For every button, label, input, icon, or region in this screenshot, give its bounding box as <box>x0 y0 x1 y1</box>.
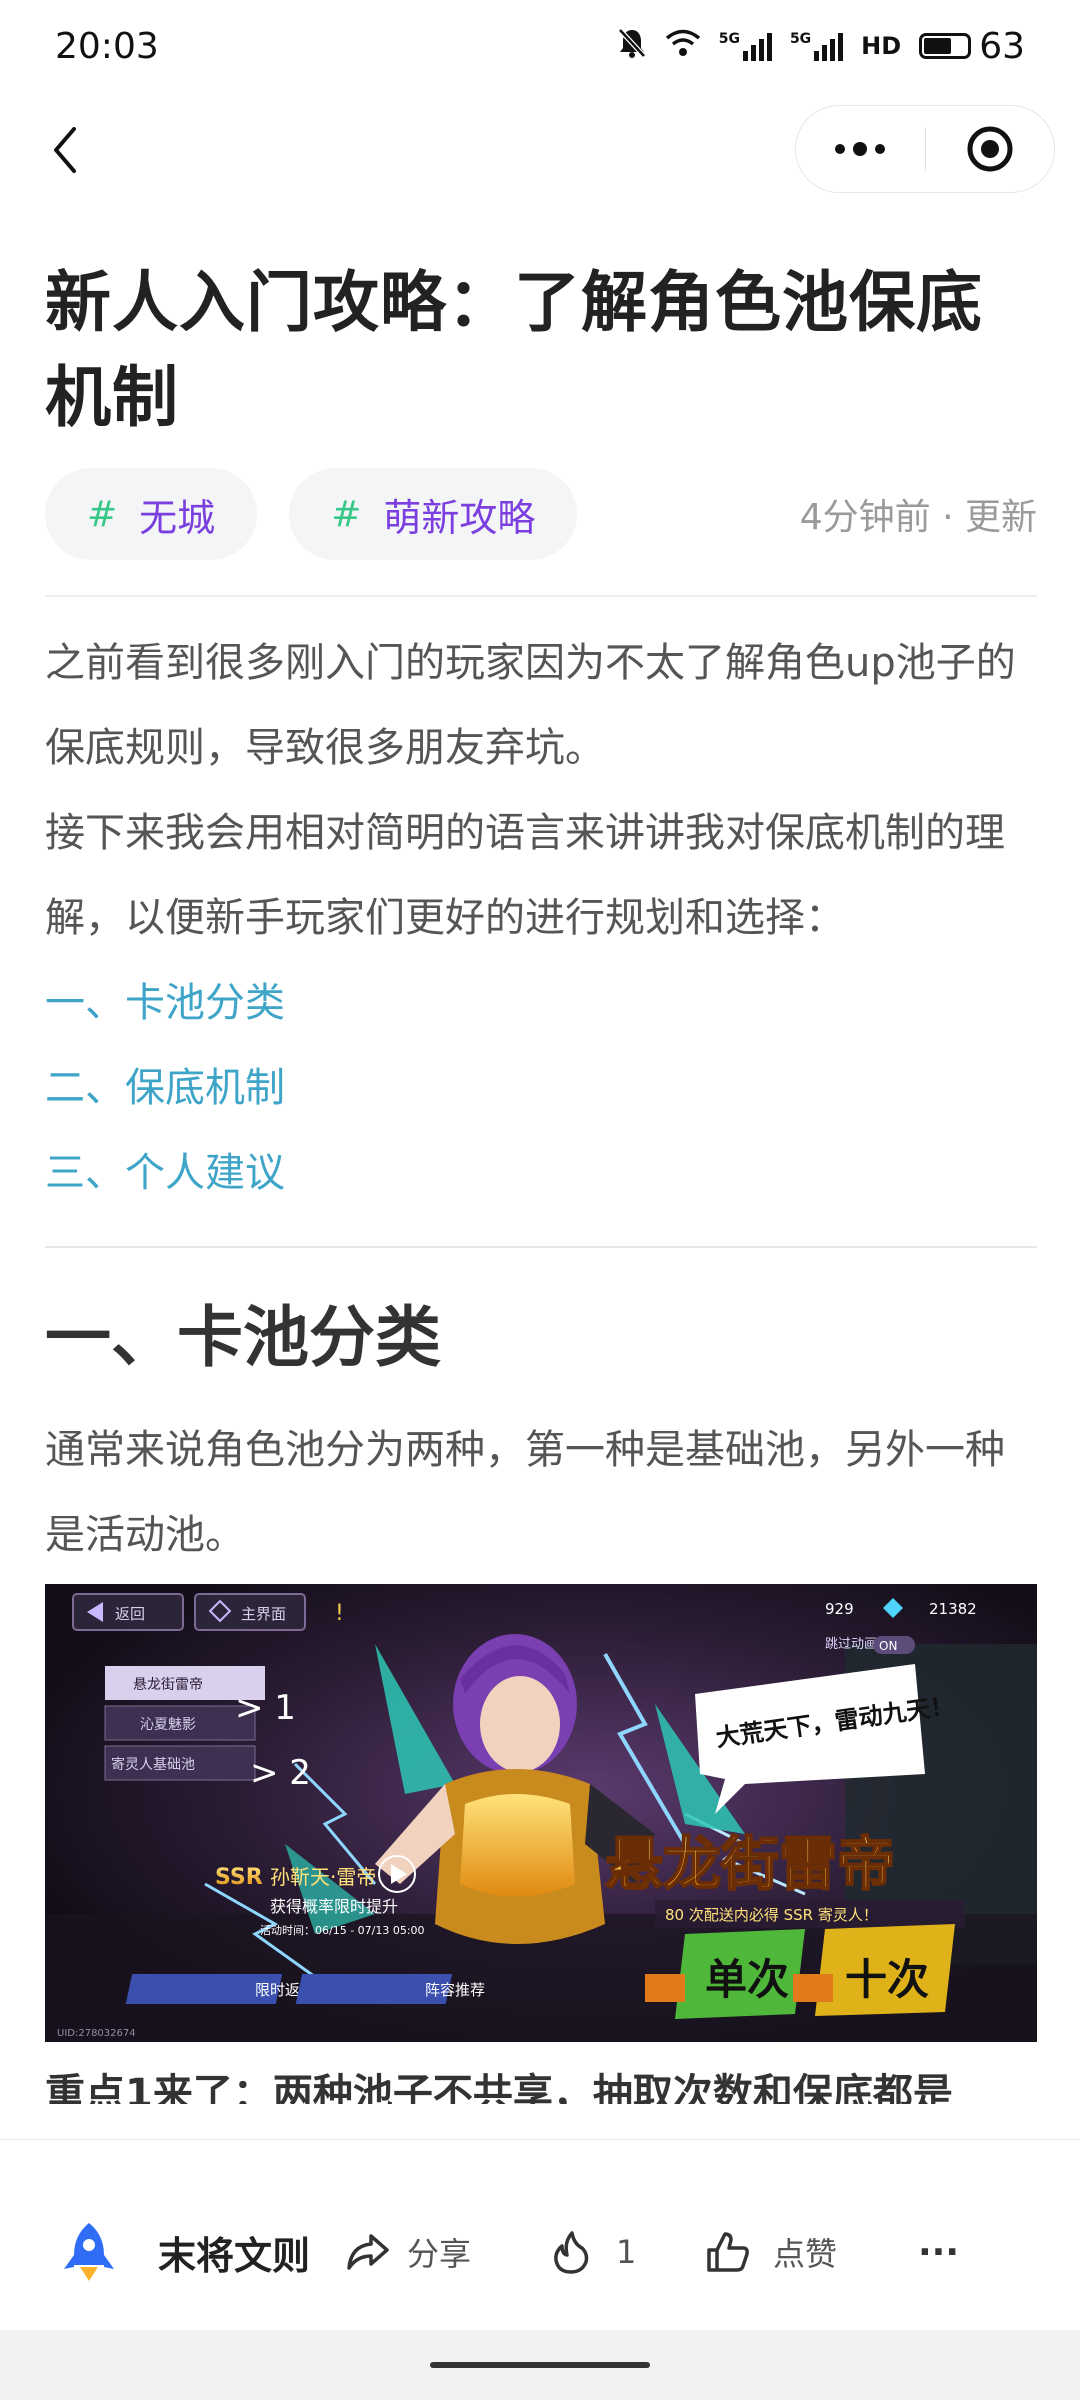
character-name: 孙靳天·雷帝 <box>270 1865 376 1889</box>
lineup-button: 阵容推荐 <box>425 1981 485 1999</box>
nav-bar <box>0 100 1080 200</box>
rocket-logo-icon <box>64 2223 114 2281</box>
author-name: 末将文则 <box>158 2233 311 2278</box>
toc-link-personal-advice[interactable]: 三、个人建议 <box>45 1131 1037 1216</box>
next-paragraph-partial: 重点1来了：两种池子不共享，抽取次数和保底都是 <box>45 2071 953 2104</box>
currency-2: 21382 <box>929 1600 977 1618</box>
tag-newbie-guide[interactable]: # 萌新攻略 <box>289 468 578 560</box>
bottom-action-bar: 末将文则 分享 1 点赞 ··· <box>0 2140 1080 2330</box>
fire-count: 1 <box>616 2233 637 2271</box>
hd-icon: HD <box>861 32 902 60</box>
status-icons: 5G 5G HD 63 <box>617 26 1025 67</box>
close-mini-program-button[interactable] <box>926 106 1055 192</box>
update-time: 4分钟前 · 更新 <box>799 497 1037 538</box>
uid-text: UID:278032674 <box>57 2028 136 2039</box>
game-back-label: 返回 <box>115 1605 145 1623</box>
back-arrow-icon <box>54 127 76 173</box>
intro-paragraph-1: 之前看到很多刚入门的玩家因为不太了解角色up池子的保底规则，导致很多朋友弃坑。 <box>45 640 1016 771</box>
article-title: 新人入门攻略：了解角色池保底机制 <box>45 264 983 436</box>
annotation-1: > 1 <box>235 1688 296 1728</box>
fire-button[interactable]: 1 <box>550 2216 636 2288</box>
mute-bell-icon <box>617 27 647 66</box>
more-icon: ··· <box>918 2231 960 2273</box>
tag-wucheng[interactable]: # 无城 <box>45 468 258 560</box>
article-meta: # 无城 # 萌新攻略 4分钟前 · 更新 <box>45 467 1037 561</box>
wifi-icon <box>665 29 701 64</box>
target-circle-icon <box>967 126 1013 172</box>
game-home-label: 主界面 <box>241 1605 286 1623</box>
status-bar: 20:03 5G 5G HD 63 <box>0 0 1080 92</box>
like-label: 点赞 <box>773 2235 838 2273</box>
game-gacha-screenshot[interactable]: 返回 主界面 ! 929 21382 跳过动画 ON 悬龙街雷帝 沁夏魅影 寄灵… <box>45 1584 1037 2042</box>
battery-icon <box>919 33 972 59</box>
hash-icon: # <box>87 493 118 535</box>
annotation-2: > 2 <box>250 1753 311 1793</box>
section-heading: 一、卡池分类 <box>45 1299 441 1376</box>
table-of-contents: 一、卡池分类 二、保底机制 三、个人建议 <box>45 961 1037 1216</box>
gacha-artwork: 返回 主界面 ! 929 21382 跳过动画 ON 悬龙街雷帝 沁夏魅影 寄灵… <box>45 1584 1037 2042</box>
intro-paragraph-2: 接下来我会用相对简明的语言来讲讲我对保底机制的理解，以便新手玩家们更好的进行规划… <box>45 810 1005 941</box>
pool-tab-3: 寄灵人基础池 <box>111 1756 195 1773</box>
signal-5g-1-icon: 5G <box>719 31 772 61</box>
divider <box>45 1246 1037 1248</box>
svg-text:SSR: SSR <box>215 1865 263 1890</box>
pool-title: 悬龙街雷帝 <box>605 1830 895 1898</box>
author-profile[interactable]: 末将文则 <box>60 2216 310 2288</box>
draw-once-label: 单次 <box>705 1955 789 2004</box>
share-button[interactable]: 分享 <box>345 2216 471 2288</box>
hash-icon: # <box>331 493 362 535</box>
toc-link-pool-types[interactable]: 一、卡池分类 <box>45 961 1037 1046</box>
more-options-button[interactable]: ··· <box>918 2216 959 2288</box>
divider <box>45 595 1037 597</box>
rate-up-text: 获得概率限时提升 <box>270 1897 398 1916</box>
event-period: 活动时间：06/15 - 07/13 05:00 <box>260 1924 425 1937</box>
home-indicator[interactable] <box>430 2362 650 2368</box>
back-button[interactable] <box>35 120 95 180</box>
skip-anim-label: 跳过动画 <box>825 1637 877 1652</box>
toc-link-pity-mechanism[interactable]: 二、保底机制 <box>45 1046 1037 1131</box>
guarantee-text: 80 次配送内必得 SSR 寄灵人！ <box>665 1906 878 1924</box>
more-menu-button[interactable] <box>796 106 925 192</box>
status-time: 20:03 <box>55 25 159 67</box>
share-arrow-icon <box>347 2234 389 2270</box>
mini-program-capsule <box>795 105 1055 193</box>
like-button[interactable]: 点赞 <box>705 2216 837 2288</box>
signal-5g-2-icon: 5G <box>789 31 844 61</box>
share-label: 分享 <box>407 2235 472 2273</box>
skip-toggle: ON <box>879 1639 897 1653</box>
tag-label: 无城 <box>139 495 216 540</box>
pool-tab-1: 悬龙街雷帝 <box>133 1677 203 1693</box>
currency-1: 929 <box>825 1600 854 1618</box>
battery-indicator: 63 <box>919 26 1025 67</box>
flame-icon <box>554 2231 589 2274</box>
thumbs-up-icon <box>707 2232 749 2272</box>
network-type-1: 5G <box>718 31 740 47</box>
svg-text:!: ! <box>335 1601 344 1626</box>
battery-level: 63 <box>979 25 1025 67</box>
tag-label: 萌新攻略 <box>383 495 536 540</box>
section-paragraph: 通常来说角色池分为两种，第一种是基础池，另外一种是活动池。 <box>45 1427 1005 1558</box>
draw-ten-label: 十次 <box>845 1955 929 2004</box>
pool-tab-2: 沁夏魅影 <box>140 1717 196 1733</box>
network-type-2: 5G <box>789 31 812 47</box>
more-dots-icon <box>835 142 886 156</box>
article: 新人入门攻略：了解角色池保底机制 # 无城 # 萌新攻略 4分钟前 · 更新 之… <box>45 255 1037 2104</box>
